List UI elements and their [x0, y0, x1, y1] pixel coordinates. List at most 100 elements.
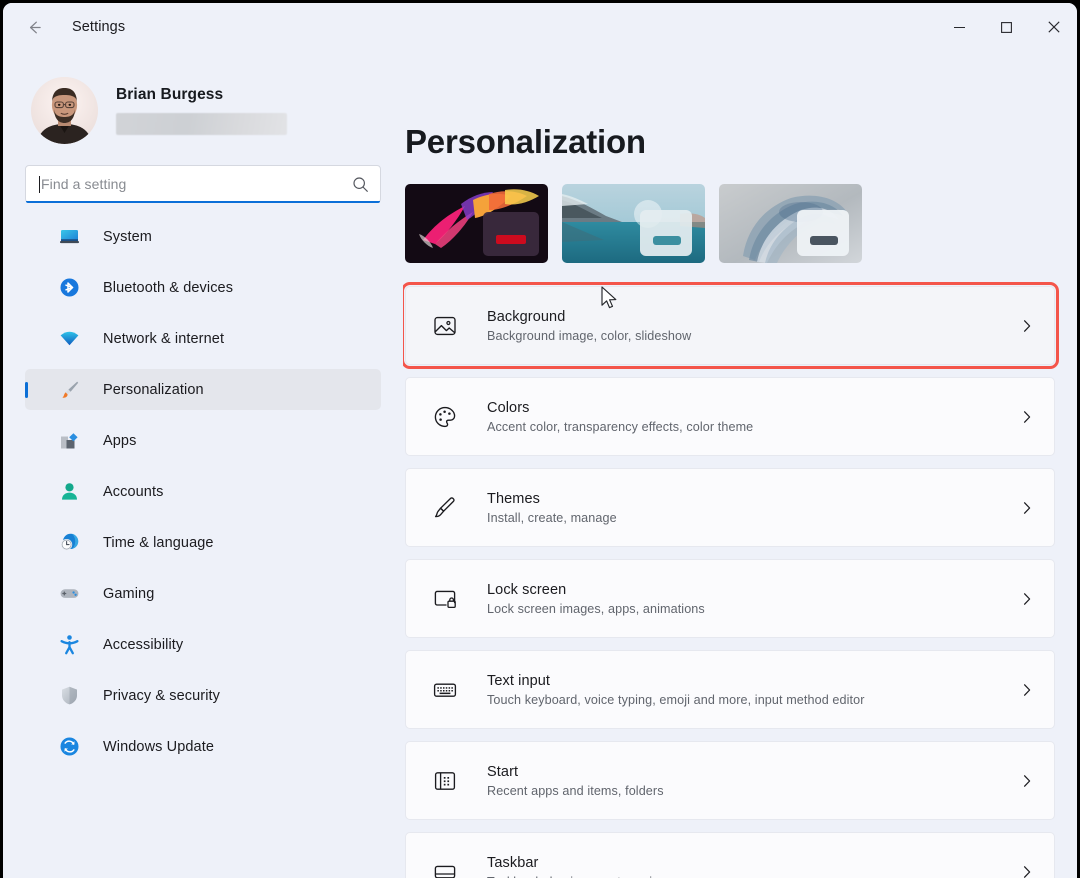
theme-thumbnails	[405, 184, 1055, 263]
avatar[interactable]	[31, 77, 98, 144]
window-title: Settings	[72, 19, 125, 35]
settings-row-taskbar[interactable]: Taskbar Taskbar behaviors, system pins	[405, 832, 1055, 878]
system-icon	[58, 226, 80, 248]
settings-row-text-input[interactable]: Text input Touch keyboard, voice typing,…	[405, 650, 1055, 729]
settings-row-title: Text input	[487, 673, 1019, 689]
maximize-icon	[1000, 21, 1013, 34]
chevron-right-icon[interactable]	[1019, 591, 1035, 607]
sidebar-item-label: Time & language	[103, 535, 214, 551]
minimize-icon	[953, 21, 966, 34]
arrow-left-icon	[24, 17, 45, 38]
settings-row-themes[interactable]: Themes Install, create, manage	[405, 468, 1055, 547]
apps-icon	[58, 430, 80, 452]
sidebar-item-windows-update[interactable]: Windows Update	[25, 726, 381, 767]
maximize-button[interactable]	[983, 3, 1030, 51]
window-body: Brian Burgess Find a setting	[3, 51, 1077, 878]
minimize-button[interactable]	[936, 3, 983, 51]
settings-row-text: Colors Accent color, transparency effect…	[487, 400, 1019, 434]
sidebar-item-label: System	[103, 229, 152, 245]
theme-thumbnail-bloom-gray[interactable]	[719, 184, 862, 263]
search-icon[interactable]	[352, 176, 369, 193]
sidebar-item-label: Privacy & security	[103, 688, 220, 704]
settings-list: Background Background image, color, slid…	[405, 286, 1055, 878]
sidebar: Brian Burgess Find a setting	[3, 51, 403, 878]
settings-row-lock-screen[interactable]: Lock screen Lock screen images, apps, an…	[405, 559, 1055, 638]
settings-row-text: Taskbar Taskbar behaviors, system pins	[487, 855, 1019, 878]
chevron-right-icon[interactable]	[1019, 409, 1035, 425]
settings-row-start[interactable]: Start Recent apps and items, folders	[405, 741, 1055, 820]
search-input[interactable]: Find a setting	[41, 176, 352, 192]
sidebar-nav: System Bluetooth & devices	[25, 216, 381, 767]
sidebar-item-label: Gaming	[103, 586, 154, 602]
account-text: Brian Burgess	[116, 86, 287, 135]
settings-row-title: Start	[487, 764, 1019, 780]
sidebar-item-privacy-security[interactable]: Privacy & security	[25, 675, 381, 716]
theme-thumbnail-dark-flower[interactable]	[405, 184, 548, 263]
theme-thumbnail-lake-light[interactable]	[562, 184, 705, 263]
settings-row-text: Start Recent apps and items, folders	[487, 764, 1019, 798]
settings-row-colors[interactable]: Colors Accent color, transparency effect…	[405, 377, 1055, 456]
sidebar-item-bluetooth-devices[interactable]: Bluetooth & devices	[25, 267, 381, 308]
account-name: Brian Burgess	[116, 86, 287, 104]
settings-row-title: Lock screen	[487, 582, 1019, 598]
account-email-redacted	[116, 113, 287, 135]
account-icon	[58, 481, 80, 503]
close-button[interactable]	[1030, 3, 1077, 51]
search-field[interactable]: Find a setting	[25, 165, 381, 203]
keyboard-icon	[430, 675, 460, 705]
settings-row-background[interactable]: Background Background image, color, slid…	[405, 286, 1055, 365]
settings-window: Settings	[3, 3, 1077, 878]
main-content: Personalization	[403, 51, 1077, 878]
settings-row-title: Background	[487, 309, 1019, 325]
sidebar-item-label: Accounts	[103, 484, 163, 500]
paintbrush-outline-icon	[430, 493, 460, 523]
settings-row-subtitle: Touch keyboard, voice typing, emoji and …	[487, 693, 1019, 707]
shield-icon	[58, 685, 80, 707]
clock-globe-icon	[58, 532, 80, 554]
window-controls	[936, 3, 1077, 51]
sidebar-item-accounts[interactable]: Accounts	[25, 471, 381, 512]
settings-row-subtitle: Accent color, transparency effects, colo…	[487, 420, 1019, 434]
settings-row-subtitle: Recent apps and items, folders	[487, 784, 1019, 798]
sidebar-item-system[interactable]: System	[25, 216, 381, 257]
close-icon	[1047, 20, 1061, 34]
paintbrush-icon	[58, 379, 80, 401]
account-summary[interactable]: Brian Burgess	[25, 51, 381, 147]
sidebar-item-label: Network & internet	[103, 331, 224, 347]
sidebar-item-time-language[interactable]: Time & language	[25, 522, 381, 563]
chevron-right-icon[interactable]	[1019, 864, 1035, 878]
settings-row-text: Background Background image, color, slid…	[487, 309, 1019, 343]
title-bar: Settings	[3, 3, 1077, 51]
settings-row-text: Text input Touch keyboard, voice typing,…	[487, 673, 1019, 707]
sidebar-item-network-internet[interactable]: Network & internet	[25, 318, 381, 359]
sidebar-item-label: Bluetooth & devices	[103, 280, 233, 296]
settings-row-subtitle: Taskbar behaviors, system pins	[487, 875, 1019, 878]
settings-row-title: Taskbar	[487, 855, 1019, 871]
sidebar-item-label: Accessibility	[103, 637, 183, 653]
chevron-right-icon[interactable]	[1019, 318, 1035, 334]
chevron-right-icon[interactable]	[1019, 500, 1035, 516]
gamepad-icon	[58, 583, 80, 605]
sidebar-item-accessibility[interactable]: Accessibility	[25, 624, 381, 665]
accessibility-icon	[58, 634, 80, 656]
start-menu-icon	[430, 766, 460, 796]
update-icon	[58, 736, 80, 758]
settings-row-text: Themes Install, create, manage	[487, 491, 1019, 525]
chevron-right-icon[interactable]	[1019, 773, 1035, 789]
taskbar-icon	[430, 857, 460, 878]
sidebar-item-personalization[interactable]: Personalization	[25, 369, 381, 410]
wifi-icon	[58, 328, 80, 350]
sidebar-item-label: Apps	[103, 433, 136, 449]
settings-row-subtitle: Background image, color, slideshow	[487, 329, 1019, 343]
lock-screen-icon	[430, 584, 460, 614]
page-title: Personalization	[405, 123, 1055, 161]
chevron-right-icon[interactable]	[1019, 682, 1035, 698]
sidebar-item-gaming[interactable]: Gaming	[25, 573, 381, 614]
settings-row-title: Colors	[487, 400, 1019, 416]
sidebar-item-apps[interactable]: Apps	[25, 420, 381, 461]
back-button[interactable]	[17, 10, 51, 44]
sidebar-item-label: Windows Update	[103, 739, 214, 755]
settings-row-subtitle: Install, create, manage	[487, 511, 1019, 525]
sidebar-item-label: Personalization	[103, 382, 204, 398]
settings-row-text: Lock screen Lock screen images, apps, an…	[487, 582, 1019, 616]
